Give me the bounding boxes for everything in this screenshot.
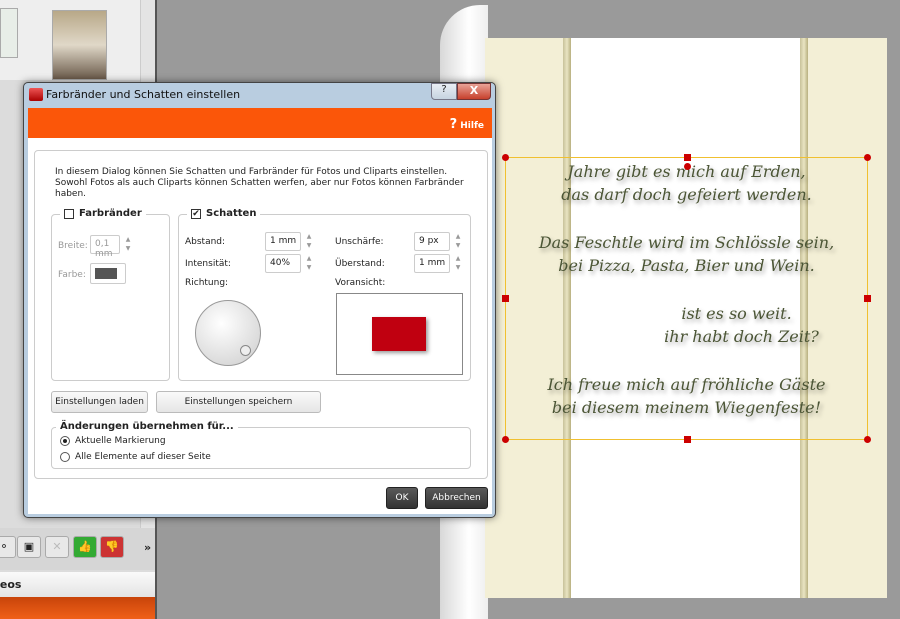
voransicht-label: Voransicht: [335, 278, 386, 288]
shadow-preview [336, 293, 463, 375]
video-icon[interactable]: ▣ [17, 536, 41, 558]
ok-button[interactable]: OK [386, 487, 418, 509]
description-text: In diesem Dialog können Sie Schatten und… [55, 167, 464, 199]
rotate-handle[interactable] [684, 163, 691, 170]
dialog-body: ? Hilfe In diesem Dialog können Sie Scha… [28, 108, 492, 514]
schatten-label: Schatten [206, 208, 257, 219]
radio-button[interactable] [60, 452, 70, 462]
resize-handle[interactable] [502, 295, 509, 302]
ueberstand-input[interactable]: 1 mm ▲ ▼ [414, 254, 460, 273]
farbe-swatch-button [90, 263, 126, 284]
title-help-button[interactable]: ? [431, 83, 457, 100]
radio-label: Alle Elemente auf dieser Seite [75, 452, 211, 462]
richtung-label: Richtung: [185, 278, 229, 288]
spinner-arrows: ▲ ▼ [125, 236, 131, 252]
ueberstand-label: Überstand: [335, 259, 385, 269]
radio-label: Aktuelle Markierung [75, 436, 166, 446]
thumbnail-strip [0, 0, 140, 80]
dial-knob[interactable] [240, 345, 251, 356]
schatten-group: ✔ Schatten Abstand: 1 mm ▲ ▼ Intensität: 40… [178, 208, 471, 381]
thumbs-down-icon[interactable]: 👎 [100, 536, 124, 558]
preview-shape [372, 317, 426, 351]
unschaerfe-label: Unschärfe: [335, 237, 384, 247]
resize-handle[interactable] [864, 436, 871, 443]
orange-bar [0, 597, 155, 619]
resize-handle[interactable] [864, 295, 871, 302]
direction-dial[interactable] [195, 300, 261, 366]
tool-toolbar: ⚬ ▣ ✕ 👍 👎 » [0, 528, 155, 570]
intensitaet-input[interactable]: 40% ▲ ▼ [265, 254, 311, 273]
shadow-border-dialog: Farbränder und Schatten einstellen ? X ?… [23, 82, 496, 518]
settings-panel: In diesem Dialog können Sie Schatten und… [34, 150, 488, 479]
breite-value: 0,1 mm [95, 239, 113, 259]
thumbnail[interactable] [0, 8, 18, 58]
resize-handle[interactable] [684, 436, 691, 443]
help-label: Hilfe [460, 121, 484, 131]
unschaerfe-value: 9 px [419, 236, 439, 246]
resize-handle[interactable] [864, 154, 871, 161]
abstand-value: 1 mm [270, 236, 297, 246]
unschaerfe-input[interactable]: 9 px ▲ ▼ [414, 232, 460, 251]
intensitaet-value: 40% [270, 258, 291, 268]
videos-panel-header[interactable]: deos [0, 572, 155, 597]
app-icon [29, 88, 43, 101]
thumbs-up-icon[interactable]: 👍 [73, 536, 97, 558]
resize-handle[interactable] [684, 154, 691, 161]
help-link[interactable]: ? Hilfe [450, 117, 484, 132]
farbe-swatch [95, 268, 117, 279]
add-circle-icon[interactable]: ⚬ [0, 536, 16, 558]
save-settings-button[interactable]: Einstellungen speichern [156, 391, 321, 413]
breite-input: 0,1 mm ▲ ▼ [90, 235, 130, 259]
apply-scope-group: Änderungen übernehmen für... Aktuelle Ma… [51, 421, 471, 469]
toolbar-more-button[interactable]: » [144, 541, 151, 554]
load-settings-button[interactable]: Einstellungen laden [51, 391, 148, 413]
unschaerfe-spinner[interactable]: ▲ ▼ [451, 232, 465, 251]
help-icon: ? [449, 117, 458, 132]
abstand-label: Abstand: [185, 237, 226, 247]
resize-handle[interactable] [502, 154, 509, 161]
ueberstand-value: 1 mm [419, 258, 446, 268]
intensitaet-label: Intensität: [185, 259, 231, 269]
intensitaet-spinner[interactable]: ▲ ▼ [302, 254, 316, 273]
radio-all-elements[interactable]: Alle Elemente auf dieser Seite [60, 452, 211, 462]
resize-handle[interactable] [502, 436, 509, 443]
thumbnail-wedding-photo[interactable] [52, 10, 107, 80]
abstand-spinner[interactable]: ▲ ▼ [302, 232, 316, 251]
radio-button[interactable] [60, 436, 70, 446]
farbraender-label: Farbränder [79, 208, 142, 219]
header-band: ? Hilfe [28, 108, 492, 138]
farbraender-checkbox[interactable] [64, 208, 74, 219]
breite-label: Breite: [58, 241, 88, 251]
text-selection-box[interactable] [502, 154, 871, 443]
abstand-input[interactable]: 1 mm ▲ ▼ [265, 232, 311, 251]
dialog-title: Farbränder und Schatten einstellen [46, 88, 241, 101]
radio-current-selection[interactable]: Aktuelle Markierung [60, 436, 166, 446]
farbe-label: Farbe: [58, 270, 86, 280]
ueberstand-spinner[interactable]: ▲ ▼ [451, 254, 465, 273]
cancel-button[interactable]: Abbrechen [425, 487, 488, 509]
apply-scope-label: Änderungen übernehmen für... [60, 421, 234, 432]
farbraender-group: Farbränder Breite: 0,1 mm ▲ ▼ Farbe: [51, 208, 170, 381]
schatten-checkbox[interactable]: ✔ [191, 208, 201, 219]
disabled-tool-icon: ✕ [45, 536, 69, 558]
close-button[interactable]: X [457, 83, 491, 100]
